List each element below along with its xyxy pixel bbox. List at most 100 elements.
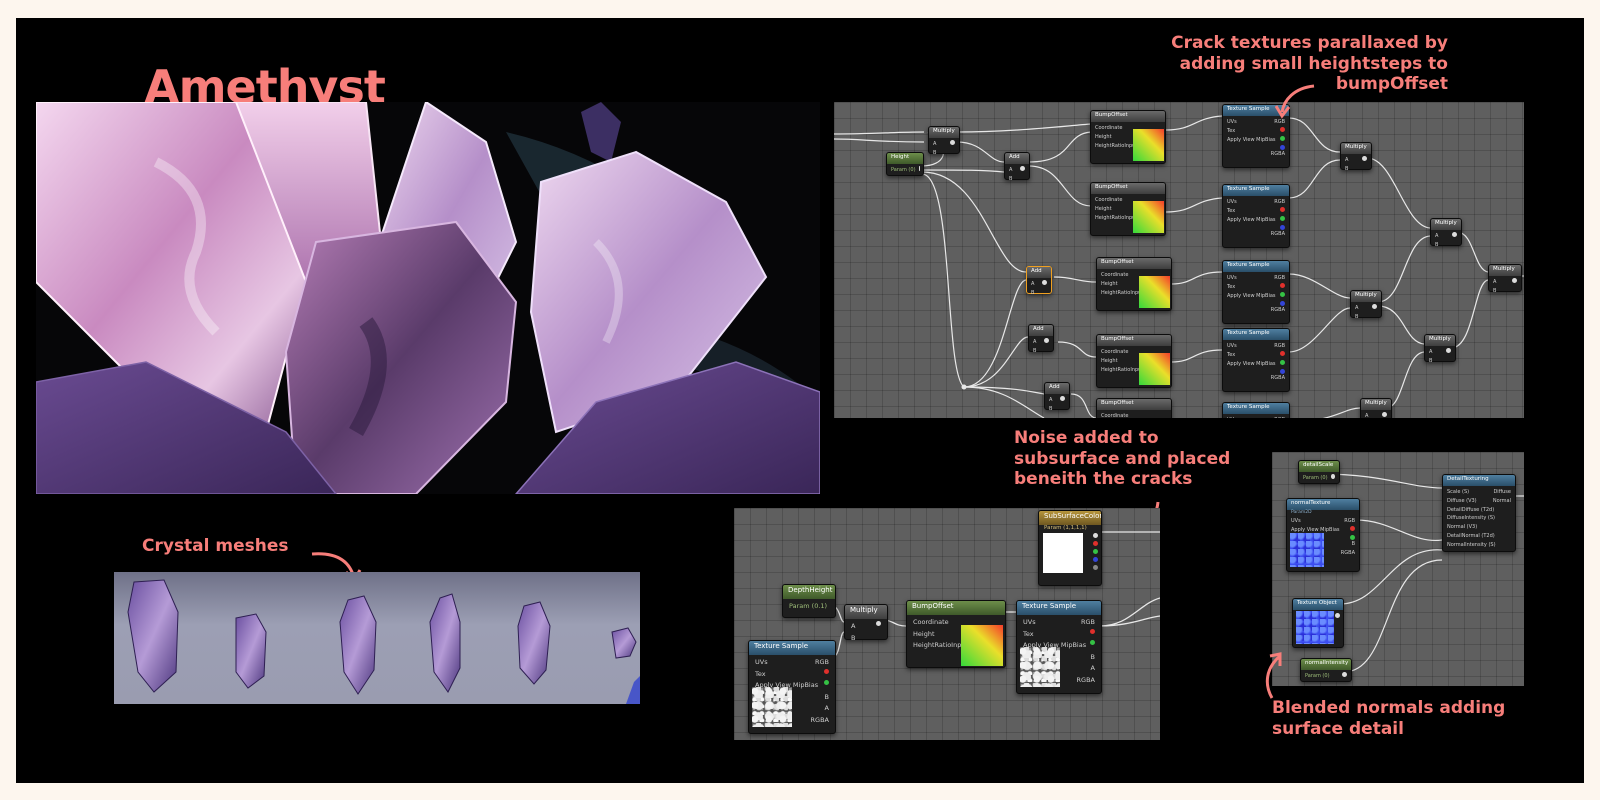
node-title: Texture Sample (1223, 403, 1289, 414)
bump-preview (1139, 353, 1170, 385)
node-title: Multiply (1361, 399, 1391, 410)
g-pin[interactable] (1280, 360, 1285, 365)
node-subtitle: Param (0) (1303, 475, 1328, 481)
output-pin[interactable] (1042, 280, 1047, 285)
main-material-graph[interactable]: Height Param (0) Multiply AB Add AB Add … (834, 102, 1524, 418)
g-pin[interactable] (1280, 216, 1285, 221)
output-pin[interactable] (1044, 338, 1049, 343)
node-title: Multiply (1431, 219, 1461, 230)
node-subtitle: Param (0) (1305, 673, 1330, 679)
subsurface-color-param-node[interactable]: SubSurfaceColor Param (1,1,1,1) (1038, 510, 1102, 586)
output-pin[interactable] (876, 621, 881, 626)
texture-sample-node-5[interactable]: Texture Sample UVsRGB (1222, 402, 1290, 418)
node-title: detailScale (1299, 461, 1339, 472)
output-pin[interactable] (1372, 304, 1377, 309)
node-title: Multiply (929, 127, 959, 138)
r-pin[interactable] (1280, 283, 1285, 288)
texture-sample-node-top[interactable]: Texture Sample UVs RGB Tex Apply View Mip… (1016, 600, 1102, 694)
node-title: DetailTexturing (1443, 475, 1515, 486)
r-pin[interactable] (1090, 628, 1095, 634)
add-node-4[interactable]: Add AB (1044, 382, 1070, 412)
multiply-node-1[interactable]: Multiply AB (928, 126, 960, 156)
add-node-1[interactable]: Add AB (1004, 152, 1030, 182)
node-title: Multiply (1351, 291, 1381, 302)
g-pin[interactable] (1090, 640, 1095, 645)
noise-texture-preview (1020, 647, 1060, 687)
output-pin[interactable] (1382, 412, 1387, 417)
crack-arrow-icon (1274, 84, 1315, 119)
node-title: SubSurfaceColor (1039, 511, 1101, 525)
bump-offset-node-5[interactable]: BumpOffset Coordinate (1096, 398, 1172, 418)
r-pin[interactable] (1280, 207, 1285, 212)
texture-sample-node-3[interactable]: Texture Sample UVs RGB Tex Apply View Mip… (1222, 260, 1290, 324)
normals-annotation: Blended normals adding surface detail (1272, 698, 1506, 739)
g-pin[interactable] (824, 680, 829, 685)
texture-sample-node-2[interactable]: Texture Sample UVs RGB Tex Apply View Mip… (1222, 184, 1290, 248)
node-title: Add (1045, 383, 1069, 394)
bump-offset-node-3[interactable]: BumpOffset Coordinate Height HeightRatioIn… (1096, 257, 1172, 311)
a-pin[interactable] (1093, 565, 1098, 570)
bump-offset-node-1[interactable]: BumpOffset Coordinate Height HeightRatioIn… (1090, 110, 1166, 164)
normal-map-preview (1290, 533, 1324, 567)
bump-preview (1133, 201, 1164, 233)
detail-scale-param-node[interactable]: detailScale Param (0) (1298, 460, 1340, 484)
multiply-node-3[interactable]: Multiply AB (1350, 290, 1382, 320)
g-pin[interactable] (1280, 292, 1285, 297)
node-title: normalTexture (1287, 499, 1359, 510)
r-pin[interactable] (1280, 351, 1285, 356)
bump-preview (961, 625, 1003, 666)
color-preview (1043, 533, 1083, 573)
node-title: Height (887, 153, 923, 164)
node-title: Texture Sample (1223, 329, 1289, 340)
bump-offset-node[interactable]: BumpOffset Coordinate Height HeightRatioIn… (906, 600, 1006, 668)
texture-object-node[interactable]: Texture Object (1292, 598, 1344, 648)
output-pin[interactable] (1446, 348, 1451, 353)
meshes-annotation: Crystal meshes (142, 536, 289, 556)
multiply-node-6[interactable]: Multiply AB (1424, 334, 1456, 364)
normal-intensity-param-node[interactable]: normalIntensity Param (0) (1300, 658, 1352, 682)
r-pin[interactable] (824, 668, 829, 674)
node-title: BumpOffset (1091, 111, 1165, 122)
output-pin[interactable] (1342, 672, 1347, 677)
rgb-pin[interactable] (1093, 533, 1098, 538)
g-pin[interactable] (1093, 549, 1098, 554)
multiply-node-5[interactable]: Multiply AB (1430, 218, 1462, 248)
node-title: Multiply (1425, 335, 1455, 346)
output-pin[interactable] (950, 140, 955, 145)
output-pin[interactable] (1335, 613, 1340, 618)
g-pin[interactable] (1280, 136, 1285, 141)
multiply-node[interactable]: Multiply AB (844, 604, 888, 642)
output-pin[interactable] (1060, 396, 1065, 401)
output-pin[interactable] (1362, 156, 1367, 161)
node-title: DepthHeight (783, 585, 835, 599)
output-pin[interactable] (1020, 166, 1025, 171)
node-subtitle: Param (0) (891, 167, 916, 173)
detail-normals-graph[interactable]: detailScale Param (0) normalTexture Para… (1272, 452, 1524, 686)
output-pin[interactable] (1330, 474, 1335, 479)
depth-height-param-node[interactable]: DepthHeight Param (0.1) (782, 584, 836, 618)
r-pin[interactable] (1350, 526, 1355, 531)
noise-texture-preview (752, 687, 792, 727)
output-pin[interactable] (1512, 278, 1517, 283)
height-param-node[interactable]: Height Param (0) (886, 152, 924, 176)
subsurface-material-graph[interactable]: DepthHeight Param (0.1) Multiply AB Bump… (734, 508, 1160, 740)
output-pin[interactable] (1452, 232, 1457, 237)
node-title: Texture Object (1293, 599, 1343, 610)
add-node-2[interactable]: Add AB (1026, 266, 1052, 296)
normal-map-preview (1296, 611, 1334, 644)
r-pin[interactable] (1093, 541, 1098, 546)
texture-sample-node-4[interactable]: Texture Sample UVs RGB Tex Apply View Mip… (1222, 328, 1290, 392)
add-node-3[interactable]: Add AB (1028, 324, 1054, 354)
multiply-node-2[interactable]: Multiply AB (1340, 142, 1372, 172)
normal-texture-param-node[interactable]: normalTexture Param2D UVs RGB Apply View … (1286, 498, 1360, 572)
multiply-node-4[interactable]: Multiply AB (1360, 398, 1392, 418)
crystal-render-image (36, 102, 820, 494)
b-pin[interactable] (1093, 557, 1098, 562)
texture-sample-node-bottom[interactable]: Texture Sample UVs RGB Tex Apply View Mip… (748, 640, 836, 734)
detail-texturing-node[interactable]: DetailTexturing Scale (S) Diffuse Diffuse… (1442, 474, 1516, 552)
multiply-node-7[interactable]: Multiply AB (1488, 264, 1522, 294)
bump-offset-node-2[interactable]: BumpOffset Coordinate Height HeightRatioIn… (1090, 182, 1166, 236)
bump-offset-node-4[interactable]: BumpOffset Coordinate Height HeightRatioIn… (1096, 334, 1172, 388)
node-subtitle: Param (1,1,1,1) (1044, 525, 1087, 531)
r-pin[interactable] (1280, 127, 1285, 132)
